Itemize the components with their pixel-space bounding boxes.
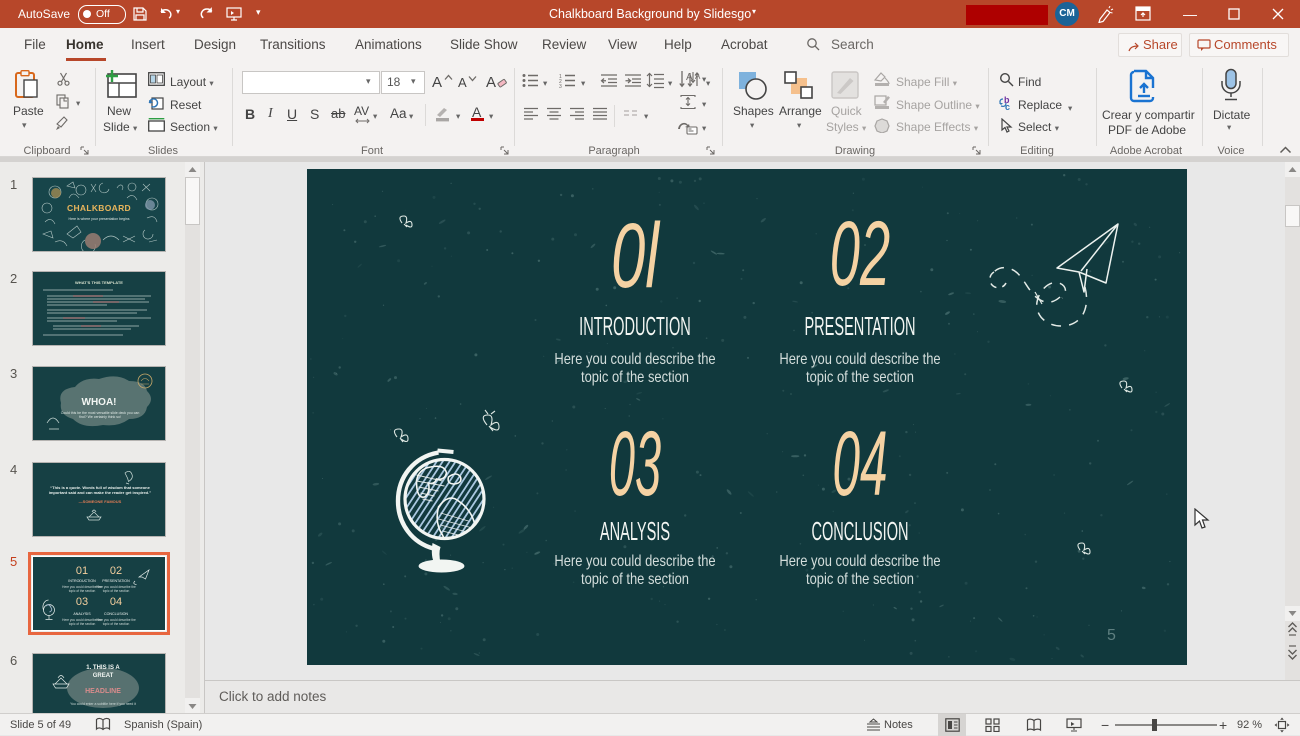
svg-text:3: 3 bbox=[559, 84, 562, 88]
